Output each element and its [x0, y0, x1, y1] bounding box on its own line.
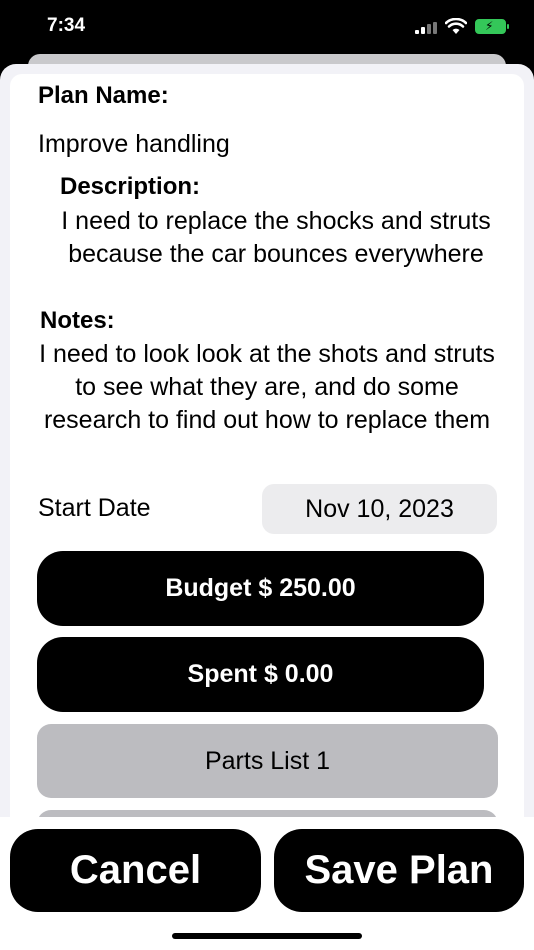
status-time: 7:34	[47, 15, 86, 36]
plan-name-label: Plan Name:	[38, 82, 169, 109]
cancel-button[interactable]: Cancel	[10, 829, 261, 912]
parts-list-button[interactable]: Parts List 1	[37, 724, 498, 798]
home-indicator[interactable]	[172, 933, 362, 939]
status-bar: 7:34 ⚡	[0, 0, 534, 52]
cellular-signal-icon	[415, 22, 439, 34]
charging-bolt-icon: ⚡	[485, 19, 494, 33]
description-label: Description:	[60, 173, 201, 200]
save-plan-button[interactable]: Save Plan	[274, 829, 524, 912]
budget-button[interactable]: Budget $ 250.00	[37, 551, 484, 626]
start-date-label: Start Date	[38, 494, 151, 522]
wifi-icon	[445, 18, 467, 34]
spent-button[interactable]: Spent $ 0.00	[37, 637, 484, 712]
battery-icon: ⚡	[475, 19, 509, 34]
notes-label: Notes:	[40, 307, 115, 334]
start-date-picker[interactable]: Nov 10, 2023	[262, 484, 497, 534]
plan-name-field[interactable]: Improve handling	[38, 130, 230, 159]
notes-field[interactable]: I need to look look at the shots and str…	[30, 338, 504, 437]
description-field[interactable]: I need to replace the shocks and struts …	[40, 205, 512, 271]
